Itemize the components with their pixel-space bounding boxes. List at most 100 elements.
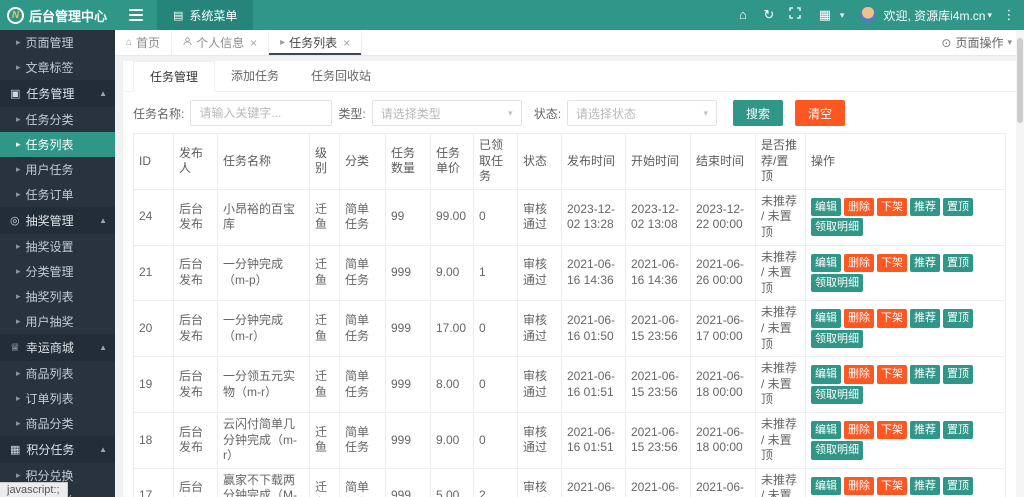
vertical-scrollbar[interactable] [1016,30,1024,497]
caret-down-icon: ▾ [704,108,709,119]
panel-tab-任务管理[interactable]: 任务管理 [133,61,215,92]
status-select[interactable]: 请选择状态 ▾ [567,100,717,126]
panel-tab-添加任务[interactable]: 添加任务 [215,61,295,91]
home-icon[interactable]: ⌂ [730,0,756,30]
删除-button[interactable]: 删除 [844,477,874,495]
user-menu[interactable]: 欢迎, 资源库i4m.cn ▾ [848,7,996,24]
推荐-button[interactable]: 推荐 [910,477,940,495]
删除-button[interactable]: 删除 [844,421,874,439]
page-operations-dropdown[interactable]: ⊙ 页面操作 ▾ [941,30,1024,55]
编辑-button[interactable]: 编辑 [811,254,841,272]
close-icon[interactable]: × [250,36,257,50]
领取明细-button[interactable]: 领取明细 [811,330,863,348]
collapse-caret-icon: ▲ [99,445,107,454]
type-select[interactable]: 请选择类型 ▾ [372,100,522,126]
status-label: 状态: [534,105,561,122]
sidebar-item-用户任务[interactable]: ▸用户任务 [0,157,115,182]
table-row: 21后台发布一分钟完成（m-p）迁鱼简单任务9999.001审核通过2021-0… [134,245,1006,301]
置顶-button[interactable]: 置顶 [943,254,973,272]
下架-button[interactable]: 下架 [877,198,907,216]
breadcrumb-tab-个人信息[interactable]: 个人信息× [172,30,269,55]
gear-icon: ⊙ [941,36,951,50]
task-name-input[interactable] [190,100,332,126]
sidebar-item-抽奖列表[interactable]: ▸抽奖列表 [0,284,115,309]
sidebar-item-抽奖设置[interactable]: ▸抽奖设置 [0,234,115,259]
下架-button[interactable]: 下架 [877,365,907,383]
领取明细-button[interactable]: 领取明细 [811,274,863,292]
cell-publisher: 后台发布 [174,468,218,497]
layout-switcher[interactable]: ▦ ▾ [808,0,849,30]
推荐-button[interactable]: 推荐 [910,309,940,327]
hamburger-icon[interactable] [115,9,157,21]
sidebar-item-订单列表[interactable]: ▸订单列表 [0,386,115,411]
置顶-button[interactable]: 置顶 [943,365,973,383]
cell-published: 2021-06-16 01:51 [562,357,626,413]
mall-icon: ♕ [10,341,20,354]
cell-claimed: 0 [474,357,518,413]
breadcrumb-tab-任务列表[interactable]: ▸任务列表× [269,30,362,55]
panel-tab-任务回收站[interactable]: 任务回收站 [295,61,387,91]
编辑-button[interactable]: 编辑 [811,198,841,216]
scrollbar-thumb[interactable] [1017,38,1023,123]
sidebar-item-抽奖管理[interactable]: ◎抽奖管理▲ [0,207,115,234]
sidebar-item-任务订单[interactable]: ▸任务订单 [0,182,115,207]
删除-button[interactable]: 删除 [844,365,874,383]
推荐-button[interactable]: 推荐 [910,365,940,383]
refresh-icon[interactable]: ↻ [756,0,782,30]
领取明细-button[interactable]: 领取明细 [811,386,863,404]
sidebar-item-积分任务[interactable]: ▦积分任务▲ [0,436,115,463]
sidebar-item-任务分类[interactable]: ▸任务分类 [0,107,115,132]
cell-recommend: 未推荐 / 未置顶 [756,412,806,468]
cell-actions: 编辑删除下架推荐置顶领取明细 [806,468,1006,497]
sidebar-item-商品分类[interactable]: ▸商品分类 [0,411,115,436]
推荐-button[interactable]: 推荐 [910,421,940,439]
kebab-icon[interactable]: ⋮ [996,7,1022,23]
sidebar-item-label: 抽奖列表 [26,288,74,305]
下架-button[interactable]: 下架 [877,477,907,495]
编辑-button[interactable]: 编辑 [811,477,841,495]
cell-id: 20 [134,301,174,357]
删除-button[interactable]: 删除 [844,254,874,272]
删除-button[interactable]: 删除 [844,309,874,327]
sidebar-item-任务管理[interactable]: ▣任务管理▲ [0,80,115,107]
sidebar-item-文章标签[interactable]: ▸文章标签 [0,55,115,80]
推荐-button[interactable]: 推荐 [910,254,940,272]
close-icon[interactable]: × [343,36,350,50]
置顶-button[interactable]: 置顶 [943,309,973,327]
删除-button[interactable]: 删除 [844,198,874,216]
fullscreen-icon[interactable] [782,0,808,30]
welcome-text: 欢迎, 资源库i4m.cn [883,7,985,24]
编辑-button[interactable]: 编辑 [811,421,841,439]
caret-right-icon: ▸ [16,114,21,125]
sidebar-item-页面管理[interactable]: ▸页面管理 [0,30,115,55]
编辑-button[interactable]: 编辑 [811,365,841,383]
cell-category: 简单任务 [340,357,386,413]
sidebar-item-label: 任务列表 [26,136,74,153]
search-button[interactable]: 搜索 [733,100,783,126]
sidebar-item-幸运商城[interactable]: ♕幸运商城▲ [0,334,115,361]
领取明细-button[interactable]: 领取明细 [811,218,863,236]
system-menu-tab[interactable]: ▤ 系统菜单 [157,0,253,30]
table-wrapper: ID发布人任务名称级别分类任务数量任务单价已领取任务状态发布时间开始时间结束时间… [123,133,1016,497]
sidebar-item-任务列表[interactable]: ▸任务列表 [0,132,115,157]
推荐-button[interactable]: 推荐 [910,198,940,216]
编辑-button[interactable]: 编辑 [811,309,841,327]
领取明细-button[interactable]: 领取明细 [811,441,863,459]
置顶-button[interactable]: 置顶 [943,198,973,216]
cell-level: 迁鱼 [310,468,340,497]
cell-actions: 编辑删除下架推荐置顶领取明细 [806,357,1006,413]
sidebar-item-用户抽奖[interactable]: ▸用户抽奖 [0,309,115,334]
cell-level: 迁鱼 [310,189,340,245]
breadcrumb-tab-首页[interactable]: ⌂首页 [115,30,172,55]
cell-actions: 编辑删除下架推荐置顶领取明细 [806,189,1006,245]
sidebar-item-分类管理[interactable]: ▸分类管理 [0,259,115,284]
clear-button[interactable]: 清空 [795,100,845,126]
下架-button[interactable]: 下架 [877,254,907,272]
cell-name: 小昂裕的百宝库 [218,189,310,245]
下架-button[interactable]: 下架 [877,309,907,327]
置顶-button[interactable]: 置顶 [943,421,973,439]
sidebar-item-商品列表[interactable]: ▸商品列表 [0,361,115,386]
置顶-button[interactable]: 置顶 [943,477,973,495]
column-header-操作: 操作 [806,134,1006,190]
下架-button[interactable]: 下架 [877,421,907,439]
